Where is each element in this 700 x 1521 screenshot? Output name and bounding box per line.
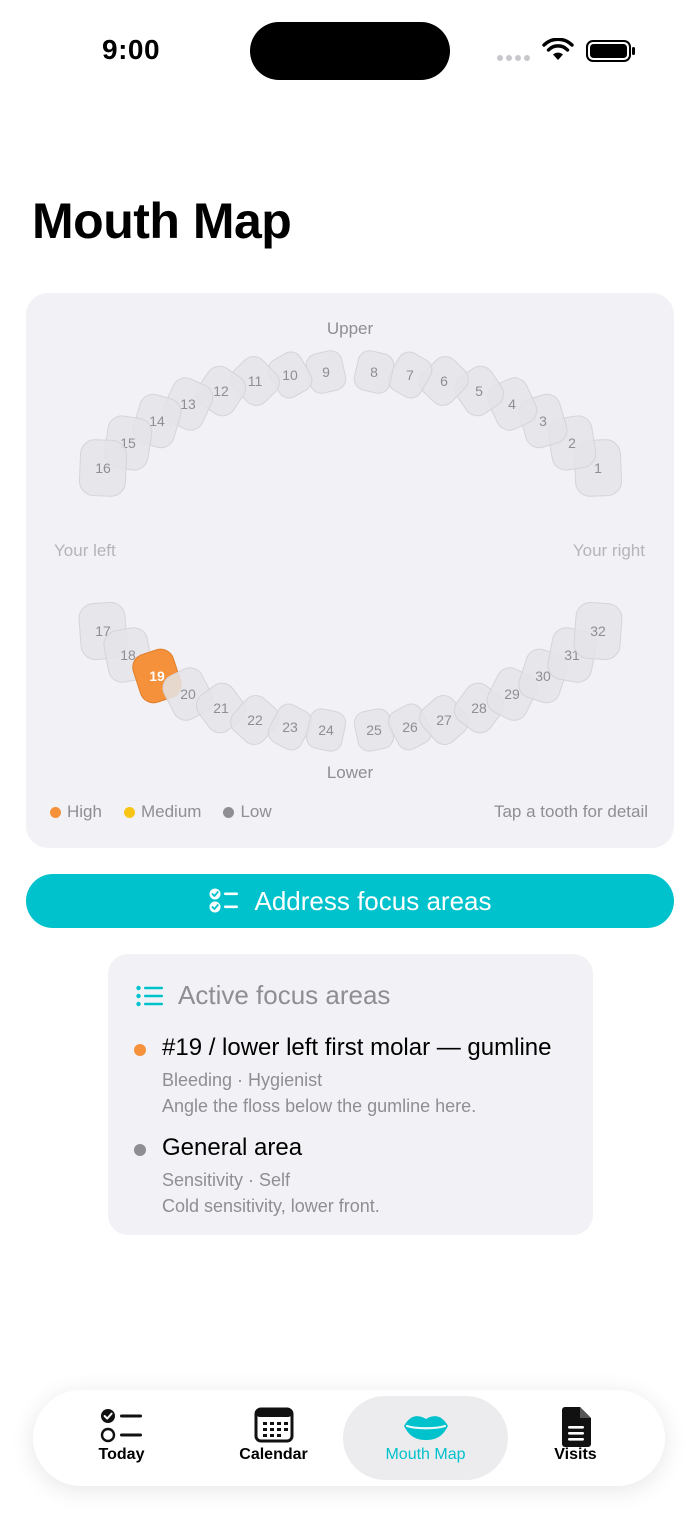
checklist-icon [208,886,240,916]
tooth-number: 4 [508,396,516,412]
tooth-number: 5 [475,383,483,399]
upper-label: Upper [327,319,374,338]
mouth-map-card: Upper Lower Your left Your right 1234567… [26,293,674,848]
tooth-number: 26 [402,719,418,735]
upper-arch: 12345678910111213141516 [78,349,623,497]
battery-icon [586,40,635,62]
tab-mouth-map[interactable]: Mouth Map [343,1396,508,1480]
focus-area-meta: Sensitivity · Self [162,1170,291,1190]
tooth-number: 6 [440,373,448,389]
tooth-number: 7 [406,367,414,383]
tooth-number: 14 [149,413,165,429]
checklist-icon [100,1409,142,1443]
dynamic-island [250,22,450,80]
tooth-number: 10 [282,367,298,383]
list-icon [136,985,163,1006]
tooth-number: 2 [568,435,576,451]
tab-bar: Today Calendar Mouth Map Visits [33,1390,665,1486]
status-time: 9:00 [102,34,161,65]
your-left-label: Your left [54,541,116,560]
tab-today[interactable]: Today [39,1396,204,1480]
tab-label: Today [98,1446,145,1463]
wifi-icon [542,38,574,60]
tooth-number: 8 [370,364,378,380]
focus-area-name: #19 / lower left first molar — gumline [162,1034,552,1061]
tab-calendar[interactable]: Calendar [191,1396,356,1480]
legend-dot-medium [123,806,135,818]
focus-area-meta: Bleeding · Hygienist [162,1070,323,1090]
tooth-24[interactable]: 24 [304,707,347,753]
tooth-number: 24 [318,722,334,738]
tab-visits[interactable]: Visits [493,1396,658,1480]
tooth-number: 9 [322,364,330,380]
tooth-number: 1 [594,460,602,476]
tooth-25[interactable]: 25 [352,707,395,753]
legend-dot-low [223,806,235,818]
tab-label: Calendar [239,1446,308,1463]
focus-area-item[interactable]: #19 / lower left first molar — gumline B… [134,1034,574,1124]
lower-arch: 171819202122 23 24 25 26 272829303132 [78,601,623,753]
tooth-number: 13 [180,396,196,412]
address-focus-areas-button[interactable]: Address focus areas [26,874,674,928]
active-focus-areas-card: Active focus areas #19 / lower left firs… [108,954,593,1235]
status-bar: 9:00 [0,0,700,100]
severity-legend: High Medium Low [50,802,272,822]
lips-icon [403,1416,448,1440]
focus-area-note: Angle the floss below the gumline here. [162,1096,477,1116]
tooth-number: 3 [539,413,547,429]
tooth-number: 21 [213,700,229,716]
legend-label: High [67,802,102,821]
tooth-number: 12 [213,383,229,399]
legend-item-medium: Medium [123,802,202,822]
address-focus-areas-label: Address focus areas [254,885,492,916]
tooth-8[interactable]: 8 [352,349,396,396]
cellular-signal-icon [497,55,530,61]
tooth-number: 20 [180,686,196,702]
tooth-number: 19 [149,668,165,684]
tooth-number: 23 [282,719,298,735]
tab-label: Visits [554,1446,597,1463]
legend-item-high: High [50,802,102,822]
focus-area-item[interactable]: General area Sensitivity · Self Cold sen… [134,1134,574,1224]
tooth-number: 25 [366,722,382,738]
your-right-label: Your right [573,541,645,560]
tooth-16[interactable]: 16 [78,439,128,497]
tooth-9[interactable]: 9 [304,349,348,396]
legend-label: Medium [140,802,202,821]
document-icon [561,1407,591,1447]
severity-dot-high [134,1044,146,1056]
tooth-number: 29 [504,686,520,702]
mouth-map-diagram: Upper Lower Your left Your right 1234567… [54,319,645,782]
tap-hint: Tap a tooth for detail [493,802,648,821]
tooth-number: 16 [95,460,111,476]
tab-label: Mouth Map [385,1446,466,1463]
calendar-icon [254,1407,293,1443]
legend-item-low: Low [223,802,272,822]
lower-label: Lower [327,763,374,782]
legend-label: Low [240,802,272,821]
tooth-number: 27 [436,712,452,728]
focus-area-note: Cold sensitivity, lower front. [162,1196,380,1216]
tooth-number: 11 [248,373,263,389]
page-title: Mouth Map [32,193,292,249]
focus-areas-title: Active focus areas [178,980,391,1010]
tooth-number: 32 [590,623,606,639]
focus-areas-header: Active focus areas [136,980,390,1011]
legend-dot-high [50,806,61,818]
tooth-number: 22 [247,712,263,728]
focus-area-name: General area [162,1134,303,1161]
tooth-number: 28 [471,700,487,716]
severity-dot-low [134,1144,146,1156]
tooth-number: 18 [120,647,136,663]
tooth-32[interactable]: 32 [573,601,623,661]
